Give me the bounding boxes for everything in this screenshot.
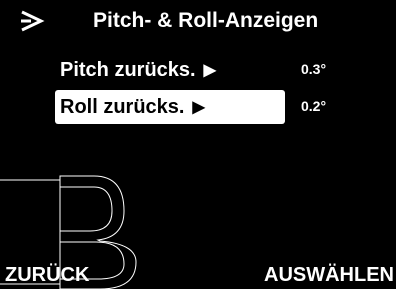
play-arrow-icon: ▶ <box>192 99 205 116</box>
header-bar: Pitch- & Roll-Anzeigen <box>0 0 396 44</box>
play-arrow-icon: ▶ <box>203 62 216 79</box>
pitch-value: 0.3° <box>301 61 327 77</box>
select-softkey[interactable]: AUSWÄHLEN <box>264 262 394 288</box>
device-screen: Pitch- & Roll-Anzeigen Pitch zurücks. ▶ 0… <box>0 0 396 289</box>
page-title: Pitch- & Roll-Anzeigen <box>93 9 319 32</box>
pitch-roll-icon <box>19 9 45 33</box>
menu-item-label: Roll zurücks. ▶ <box>60 96 205 118</box>
menu-item-label: Pitch zurücks. ▶ <box>60 59 216 81</box>
roll-value: 0.2° <box>301 98 327 114</box>
menu-item-roll-reset[interactable]: Roll zurücks. ▶ <box>55 90 285 124</box>
menu-item-pitch-reset[interactable]: Pitch zurücks. ▶ <box>55 53 285 87</box>
back-softkey[interactable]: ZURÜCK <box>5 262 89 288</box>
